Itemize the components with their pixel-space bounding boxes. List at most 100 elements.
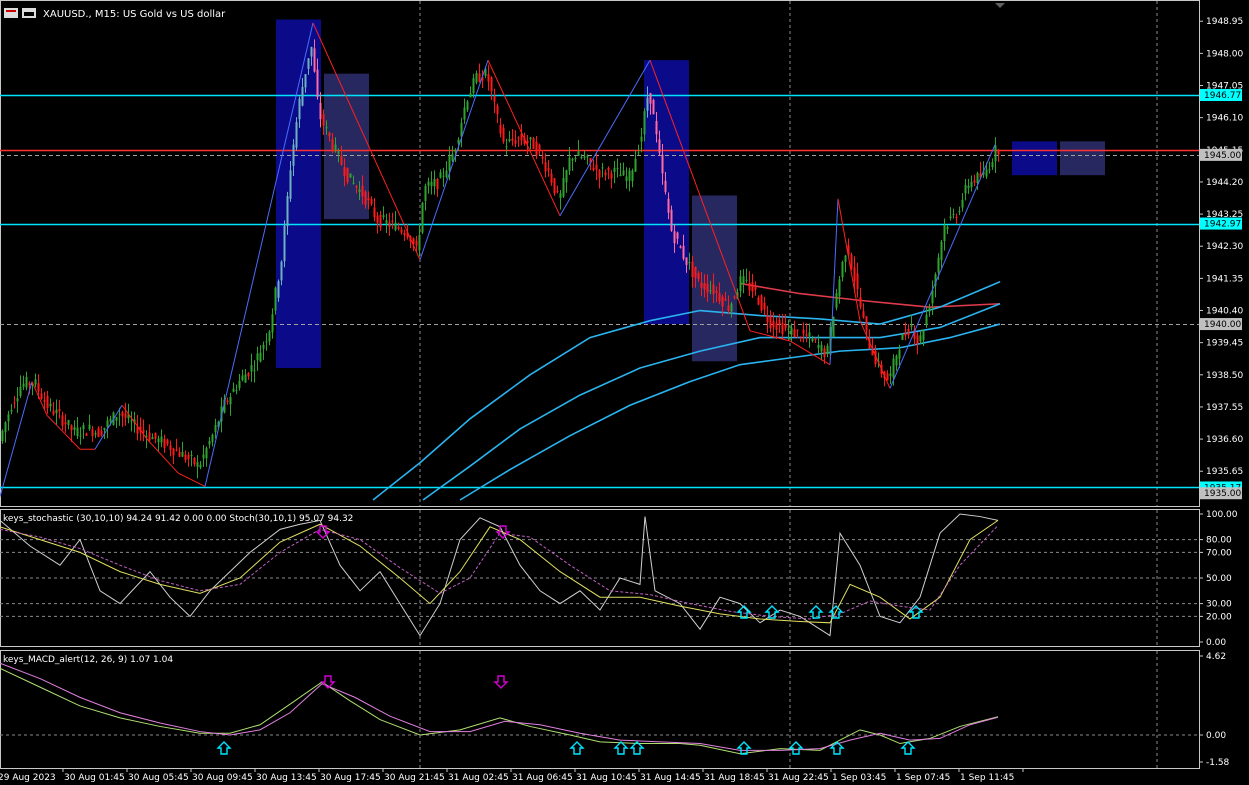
candle-body	[682, 245, 685, 259]
candle-body	[670, 209, 673, 231]
candle-body	[421, 202, 424, 233]
candle-body	[118, 414, 121, 416]
price-tick-label: 1935.65	[1206, 467, 1243, 477]
candle-body	[199, 464, 202, 468]
candle-body	[706, 283, 709, 293]
candle-body	[451, 154, 454, 161]
candle-body	[907, 328, 910, 336]
candle-body	[124, 413, 127, 418]
candle-body	[640, 136, 643, 142]
candle-body	[985, 169, 988, 177]
candle-body	[328, 132, 331, 137]
candle-body	[265, 341, 268, 343]
candle-body	[763, 302, 766, 310]
candle-body	[655, 120, 658, 135]
candle-body	[916, 335, 919, 344]
stoch-title: keys_stochastic (30,10,10) 94.24 91.42 0…	[3, 514, 353, 524]
candle-body	[643, 111, 646, 135]
candle-body	[172, 448, 175, 456]
chart-canvas[interactable]: 100.00 80.00 70.00 50.00 30.00 20.00 0.00 keys_…	[0, 0, 1249, 785]
candle-body	[607, 167, 610, 171]
chart-icon[interactable]	[4, 8, 18, 18]
candle-body	[232, 388, 235, 392]
candle-body	[994, 145, 997, 162]
candle-body	[415, 240, 418, 246]
candle-body	[424, 185, 427, 202]
candle-body	[673, 231, 676, 244]
candle-body	[910, 325, 913, 327]
candle-body	[211, 434, 214, 442]
time-tick-label: 31 Aug 22:45	[768, 773, 829, 783]
candle-body	[295, 122, 298, 148]
candle-body	[208, 441, 211, 445]
macd-tick-label: 4.62	[1206, 652, 1226, 662]
candle-body	[718, 293, 721, 302]
candle-body	[1, 430, 4, 442]
candle-body	[514, 140, 517, 144]
candle-body	[754, 287, 757, 290]
time-tick-label: 30 Aug 13:45	[256, 773, 317, 783]
candle-body	[304, 74, 307, 88]
candle-body	[166, 439, 169, 445]
candle-body	[106, 420, 109, 428]
candle-body	[40, 393, 43, 399]
candle-body	[193, 458, 196, 465]
candle-body	[4, 422, 7, 433]
candle-body	[154, 432, 157, 439]
candle-body	[493, 96, 496, 102]
candle-body	[817, 345, 820, 349]
candle-body	[436, 179, 439, 190]
candle-body	[82, 425, 85, 430]
macd-tick-label: -1.58	[1206, 758, 1230, 768]
candle-body	[616, 168, 619, 170]
candle-body	[745, 279, 748, 281]
candle-body	[757, 297, 760, 305]
candle-body	[826, 345, 829, 354]
candle-body	[184, 454, 187, 461]
candle-body	[823, 348, 826, 358]
candle-body	[748, 282, 751, 291]
time-tick-label: 30 Aug 21:45	[384, 773, 445, 783]
candle-body	[391, 220, 394, 222]
price-tick-label: 1948.95	[1206, 17, 1243, 27]
price-label-text: 1940.00	[1204, 320, 1241, 330]
candle-body	[361, 185, 364, 197]
candle-body	[19, 386, 22, 396]
zone-box	[1060, 141, 1105, 176]
candle-body	[61, 415, 64, 426]
candle-body	[535, 141, 538, 156]
candle-body	[469, 93, 472, 98]
candle-body	[322, 113, 325, 126]
candle-body	[457, 139, 460, 144]
candle-body	[703, 283, 706, 290]
stoch-tick-label: 0.00	[1206, 638, 1226, 648]
time-tick-label: 31 Aug 10:45	[576, 773, 637, 783]
candle-body	[976, 172, 979, 184]
candle-body	[310, 46, 313, 57]
candle-body	[352, 182, 355, 184]
candle-body	[94, 433, 97, 435]
candle-body	[487, 74, 490, 82]
candle-body	[988, 169, 991, 171]
candle-body	[226, 400, 229, 402]
candle-body	[289, 170, 292, 199]
candle-body	[949, 216, 952, 219]
candle-body	[235, 390, 238, 392]
candle-body	[349, 173, 352, 178]
candle-body	[733, 296, 736, 298]
candle-body	[268, 331, 271, 342]
candle-body	[778, 319, 781, 325]
candle-body	[70, 425, 73, 431]
candle-body	[790, 327, 793, 335]
candle-body	[250, 365, 253, 372]
candle-body	[724, 298, 727, 301]
candle-body	[625, 176, 628, 182]
candle-body	[253, 370, 256, 372]
candle-body	[970, 181, 973, 188]
candle-body	[511, 138, 514, 141]
candle-body	[52, 410, 55, 415]
candle-body	[244, 374, 247, 383]
candle-body	[553, 178, 556, 194]
chart-window[interactable]: 100.00 80.00 70.00 50.00 30.00 20.00 0.00 keys_…	[0, 0, 1249, 785]
candle-body	[658, 139, 661, 153]
